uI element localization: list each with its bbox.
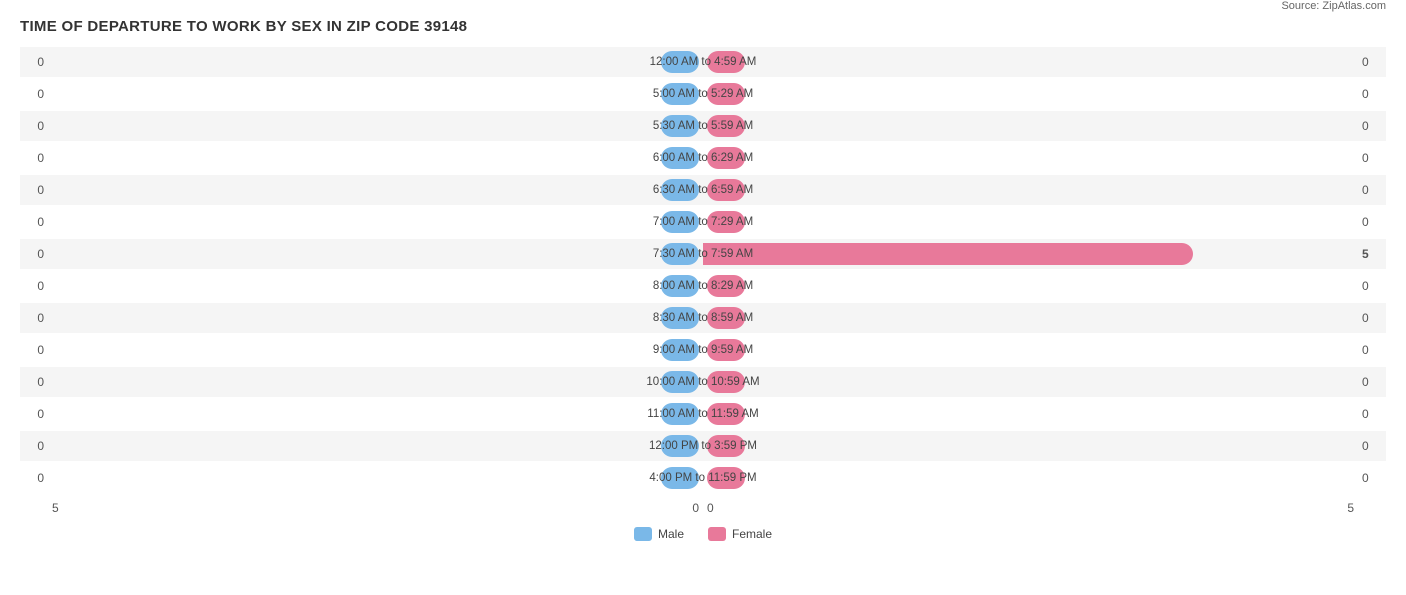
bar-right-value: 0 [1358, 471, 1386, 485]
bar-left-value: 0 [20, 87, 48, 101]
source-label: Source: ZipAtlas.com [1281, 0, 1386, 12]
legend-female-box [708, 527, 726, 541]
bar-center-area: 5:00 AM to 5:29 AM [48, 79, 1358, 109]
bar-row: 0 6:30 AM to 6:59 AM 0 [20, 175, 1386, 205]
bar-time-label: 6:00 AM to 6:29 AM [653, 152, 753, 164]
chart-title: TIME OF DEPARTURE TO WORK BY SEX IN ZIP … [20, 18, 467, 35]
axis-center-left-zero: 0 [692, 501, 699, 515]
bar-right-value: 0 [1358, 119, 1386, 133]
bar-left-value: 0 [20, 55, 48, 69]
bar-time-label: 8:00 AM to 8:29 AM [653, 280, 753, 292]
bar-right-value: 0 [1358, 311, 1386, 325]
legend-male-box [634, 527, 652, 541]
bar-row: 0 9:00 AM to 9:59 AM 0 [20, 335, 1386, 365]
bar-row: 0 12:00 PM to 3:59 PM 0 [20, 431, 1386, 461]
bar-left-value: 0 [20, 151, 48, 165]
bar-left-value: 0 [20, 471, 48, 485]
bar-row: 0 7:00 AM to 7:29 AM 0 [20, 207, 1386, 237]
legend-male: Male [634, 527, 684, 541]
bar-left-value: 0 [20, 279, 48, 293]
bar-right-value: 0 [1358, 439, 1386, 453]
bar-row: 0 6:00 AM to 6:29 AM 0 [20, 143, 1386, 173]
bar-left-value: 0 [20, 407, 48, 421]
legend-female: Female [708, 527, 772, 541]
chart-area: 0 12:00 AM to 4:59 AM 0 0 5:00 AM to 5:29 AM… [20, 47, 1386, 519]
bar-time-label: 6:30 AM to 6:59 AM [653, 184, 753, 196]
bar-center-area: 7:30 AM to 7:59 AM [48, 239, 1358, 269]
bar-right-value: 0 [1358, 183, 1386, 197]
bar-row: 0 12:00 AM to 4:59 AM 0 [20, 47, 1386, 77]
bar-center-area: 9:00 AM to 9:59 AM [48, 335, 1358, 365]
bar-right-value: 5 [1358, 247, 1386, 261]
bar-center-area: 12:00 AM to 4:59 AM [48, 47, 1358, 77]
bar-right-value: 0 [1358, 87, 1386, 101]
bar-center-area: 4:00 PM to 11:59 PM [48, 463, 1358, 493]
bar-center-area: 7:00 AM to 7:29 AM [48, 207, 1358, 237]
bar-left-value: 0 [20, 247, 48, 261]
bar-time-label: 11:00 AM to 11:59 AM [647, 408, 758, 420]
bar-row: 0 4:00 PM to 11:59 PM 0 [20, 463, 1386, 493]
axis-row: 5 00 5 [20, 497, 1386, 519]
bar-row: 0 7:30 AM to 7:59 AM 5 [20, 239, 1386, 269]
axis-center: 5 00 5 [48, 501, 1358, 515]
bar-row: 0 5:00 AM to 5:29 AM 0 [20, 79, 1386, 109]
bar-center-area: 8:00 AM to 8:29 AM [48, 271, 1358, 301]
legend-female-label: Female [732, 527, 772, 541]
bar-row: 0 5:30 AM to 5:59 AM 0 [20, 111, 1386, 141]
bar-time-label: 5:30 AM to 5:59 AM [653, 120, 753, 132]
bar-row: 0 11:00 AM to 11:59 AM 0 [20, 399, 1386, 429]
bar-left-value: 0 [20, 215, 48, 229]
axis-left-max: 5 [52, 501, 59, 515]
bar-row: 0 8:00 AM to 8:29 AM 0 [20, 271, 1386, 301]
legend-male-label: Male [658, 527, 684, 541]
bar-center-area: 6:30 AM to 6:59 AM [48, 175, 1358, 205]
legend: Male Female [20, 527, 1386, 541]
bar-left-value: 0 [20, 119, 48, 133]
bar-time-label: 9:00 AM to 9:59 AM [653, 344, 753, 356]
bar-right-value: 0 [1358, 151, 1386, 165]
bar-time-label: 7:00 AM to 7:29 AM [653, 216, 753, 228]
female-bar-container [703, 243, 1197, 265]
bar-time-label: 12:00 AM to 4:59 AM [650, 56, 757, 68]
bar-center-area: 6:00 AM to 6:29 AM [48, 143, 1358, 173]
axis-right-max: 5 [1347, 501, 1354, 515]
bar-time-label: 8:30 AM to 8:59 AM [653, 312, 753, 324]
female-bar [703, 243, 1193, 265]
bar-center-area: 10:00 AM to 10:59 AM [48, 367, 1358, 397]
bar-time-label: 10:00 AM to 10:59 AM [646, 376, 759, 388]
bar-left-value: 0 [20, 311, 48, 325]
bar-time-label: 4:00 PM to 11:59 PM [649, 472, 756, 484]
bar-left-value: 0 [20, 183, 48, 197]
bar-right-value: 0 [1358, 375, 1386, 389]
axis-center-right-zero: 0 [707, 501, 714, 515]
chart-container: TIME OF DEPARTURE TO WORK BY SEX IN ZIP … [0, 0, 1406, 571]
bar-left-value: 0 [20, 375, 48, 389]
bar-right-value: 0 [1358, 279, 1386, 293]
bar-center-area: 5:30 AM to 5:59 AM [48, 111, 1358, 141]
bar-left-value: 0 [20, 439, 48, 453]
bar-time-label: 5:00 AM to 5:29 AM [653, 88, 753, 100]
bar-time-label: 7:30 AM to 7:59 AM [653, 248, 753, 260]
bar-right-value: 0 [1358, 343, 1386, 357]
bar-right-value: 0 [1358, 215, 1386, 229]
bar-right-value: 0 [1358, 407, 1386, 421]
bar-time-label: 12:00 PM to 3:59 PM [649, 440, 757, 452]
bar-right-value: 0 [1358, 55, 1386, 69]
bar-row: 0 8:30 AM to 8:59 AM 0 [20, 303, 1386, 333]
bar-center-area: 11:00 AM to 11:59 AM [48, 399, 1358, 429]
bar-row: 0 10:00 AM to 10:59 AM 0 [20, 367, 1386, 397]
bar-left-value: 0 [20, 343, 48, 357]
bar-center-area: 8:30 AM to 8:59 AM [48, 303, 1358, 333]
bar-center-area: 12:00 PM to 3:59 PM [48, 431, 1358, 461]
